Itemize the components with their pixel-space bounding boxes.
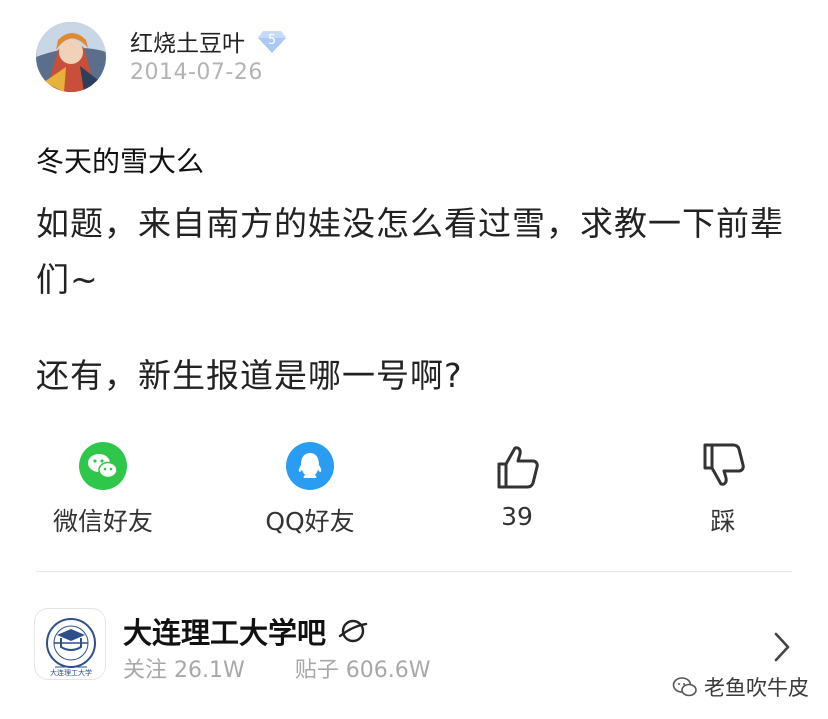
dislike-label: 踩 xyxy=(710,507,736,536)
level-badge: 5 xyxy=(257,26,287,56)
share-wechat-label: 微信好友 xyxy=(52,507,153,536)
wechat-icon xyxy=(79,442,127,490)
dislike-button[interactable]: 踩 xyxy=(633,440,813,538)
level-number: 5 xyxy=(267,33,277,48)
username-text[interactable]: 红烧土豆叶 xyxy=(130,24,245,58)
forum-name[interactable]: 大连理工大学吧 xyxy=(123,610,326,652)
thumbs-down-icon xyxy=(703,443,745,486)
post-date: 2014-07-26 xyxy=(130,60,263,85)
divider xyxy=(36,571,792,572)
user-avatar[interactable] xyxy=(36,22,106,92)
post-paragraph: 如题，来自南方的娃没怎么看过雪，求教一下前辈们~ xyxy=(36,204,784,299)
thumbs-up-icon xyxy=(497,446,539,489)
watermark: 老鱼吹牛皮 xyxy=(672,672,809,702)
qq-icon xyxy=(286,442,334,490)
like-count: 39 xyxy=(501,502,533,531)
share-wechat-button[interactable]: 微信好友 xyxy=(13,440,193,538)
forum-title[interactable]: 大连理工大学吧 xyxy=(123,610,368,652)
post-body: 如题，来自南方的娃没怎么看过雪，求教一下前辈们~ 还有，新生报道是哪一号啊? xyxy=(36,196,796,404)
posts-count: 606.6W xyxy=(345,658,431,683)
username[interactable]: 红烧土豆叶 5 xyxy=(130,24,287,58)
share-qq-button[interactable]: QQ好友 xyxy=(220,440,400,538)
post-page: 红烧土豆叶 5 2014-07-26 冬天的雪大么 如题，来自南方的娃没怎么看过… xyxy=(0,0,828,719)
post-title: 冬天的雪大么 xyxy=(36,145,205,178)
post-paragraph: 还有，新生报道是哪一号啊? xyxy=(36,356,463,395)
university-emblem: 大连理工大学 xyxy=(46,618,96,677)
posts-label: 贴子 xyxy=(294,658,339,683)
watermark-text: 老鱼吹牛皮 xyxy=(704,676,809,700)
logo-caption: 大连理工大学 xyxy=(50,668,92,677)
forum-stats: 关注 26.1W 贴子 606.6W xyxy=(123,652,431,684)
wechat-watermark-icon xyxy=(672,677,697,697)
planet-icon xyxy=(338,619,368,643)
chevron-right-icon[interactable] xyxy=(770,630,794,664)
followers-label: 关注 xyxy=(123,658,168,683)
forum-logo[interactable]: 大连理工大学 xyxy=(34,608,106,680)
share-qq-label: QQ好友 xyxy=(265,507,355,536)
action-bar: 微信好友 QQ好友 39 踩 xyxy=(0,440,828,540)
like-button[interactable]: 39 xyxy=(427,440,607,531)
followers-count: 26.1W xyxy=(174,658,245,683)
